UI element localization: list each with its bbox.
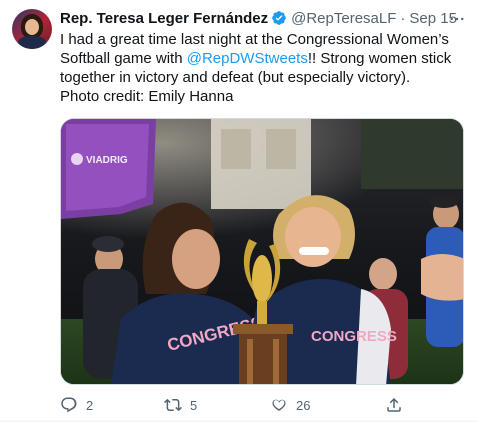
reply-count: 2 bbox=[86, 397, 94, 413]
action-bar: 2 5 26 bbox=[60, 395, 464, 415]
tweet[interactable]: Rep. Teresa Leger Fernández @RepTeresaLF… bbox=[0, 0, 478, 422]
like-button[interactable]: 26 bbox=[270, 396, 310, 414]
jersey-text-right: CONGRESS bbox=[311, 328, 397, 345]
verified-badge-icon bbox=[271, 10, 287, 26]
photo-scene: VIADRIG CONGRESS CONGRESS bbox=[61, 119, 463, 384]
author-handle[interactable]: @RepTeresaLF bbox=[291, 10, 396, 27]
avatar-face bbox=[25, 19, 39, 35]
tweet-header: Rep. Teresa Leger Fernández @RepTeresaLF… bbox=[60, 8, 464, 28]
retweet-button[interactable]: 5 bbox=[164, 396, 197, 414]
author-name[interactable]: Rep. Teresa Leger Fernández bbox=[60, 10, 268, 27]
separator-dot: · bbox=[400, 9, 406, 27]
tweet-body: I had a great time last night at the Con… bbox=[60, 30, 464, 87]
photo-credit: Photo credit: Emily Hanna bbox=[60, 88, 234, 105]
tweet-text: I had a great time last night at the Con… bbox=[60, 30, 464, 106]
author-avatar[interactable] bbox=[12, 9, 52, 49]
heart-icon bbox=[272, 399, 286, 411]
tweet-content: Rep. Teresa Leger Fernández @RepTeresaLF… bbox=[60, 8, 464, 106]
like-count: 26 bbox=[296, 397, 311, 413]
avatar-body bbox=[18, 36, 46, 49]
share-button[interactable] bbox=[385, 396, 411, 414]
tweet-photo[interactable]: VIADRIG CONGRESS CONGRESS bbox=[60, 118, 464, 385]
reply-button[interactable]: 2 bbox=[60, 396, 93, 414]
mention-link[interactable]: @RepDWStweets bbox=[187, 50, 308, 67]
banner-text: VIADRIG bbox=[86, 155, 128, 166]
purple-banner: VIADRIG bbox=[61, 119, 156, 219]
retweet-icon bbox=[164, 398, 182, 412]
more-options-icon[interactable] bbox=[446, 8, 468, 30]
retweet-count: 5 bbox=[190, 397, 198, 413]
share-icon bbox=[387, 397, 401, 412]
reply-icon bbox=[61, 397, 77, 413]
